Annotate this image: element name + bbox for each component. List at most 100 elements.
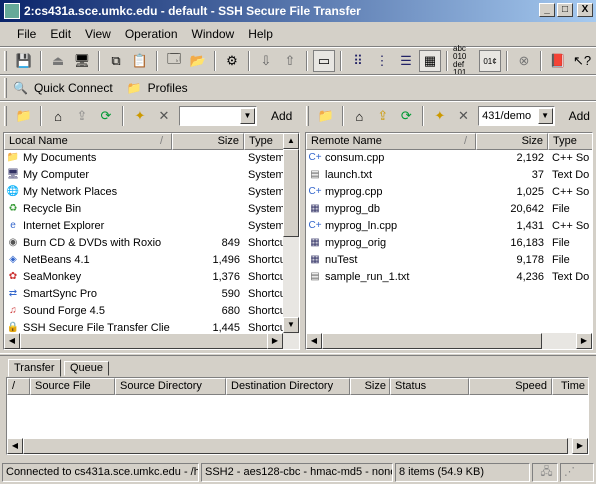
- upload-icon[interactable]: ⇧: [279, 50, 301, 72]
- remote-row[interactable]: C+ myprog.cpp 1,025 C++ So: [306, 184, 592, 201]
- local-row[interactable]: 🖥 My Computer System: [4, 167, 285, 184]
- disconnect-icon[interactable]: ⏏: [47, 50, 69, 72]
- menu-file[interactable]: File: [10, 27, 43, 41]
- maximize-button[interactable]: □: [557, 3, 573, 17]
- local-row[interactable]: ⇄ SmartSync Pro 590 Shortcu: [4, 286, 286, 303]
- local-home-icon[interactable]: ⌂: [47, 105, 69, 127]
- window-icon[interactable]: ▭: [313, 50, 335, 72]
- source-file-header[interactable]: Source File: [30, 378, 115, 395]
- download-icon[interactable]: ⇩: [255, 50, 277, 72]
- local-row[interactable]: ♻ Recycle Bin System: [4, 201, 285, 218]
- local-refresh-icon[interactable]: ⟳: [95, 105, 117, 127]
- time-header[interactable]: Time: [552, 378, 588, 395]
- remote-row[interactable]: ▦ myprog_db 20,642 File: [306, 201, 592, 218]
- close-button[interactable]: X: [577, 3, 593, 17]
- remote-path-combo[interactable]: 431/demo ▼: [478, 106, 555, 126]
- remote-up-folder-icon[interactable]: 📁: [315, 105, 337, 127]
- remote-row[interactable]: ▦ myprog_orig 16,183 File: [306, 235, 592, 252]
- size-grip-icon[interactable]: ⋰: [560, 463, 594, 482]
- local-row[interactable]: ♫ Sound Forge 4.5 680 Shortcu: [4, 303, 286, 320]
- list-view-icon[interactable]: ☰: [395, 50, 417, 72]
- quick-connect-button[interactable]: Quick Connect: [34, 81, 113, 95]
- splitter[interactable]: [0, 353, 596, 356]
- local-path-combo[interactable]: ▼: [179, 106, 257, 126]
- menu-operation[interactable]: Operation: [118, 27, 185, 41]
- remote-row[interactable]: ▤ sample_run_1.txt 4,236 Text Do: [306, 269, 592, 286]
- paste-icon[interactable]: 📋: [129, 50, 151, 72]
- remote-add-button[interactable]: Add: [563, 109, 596, 123]
- save-icon[interactable]: 💾: [13, 50, 35, 72]
- local-parent-icon[interactable]: ⇪: [71, 105, 93, 127]
- local-hscrollbar[interactable]: ◀ ▶: [4, 333, 299, 349]
- status-header[interactable]: Status: [390, 378, 469, 395]
- remote-delete-icon[interactable]: ✕: [453, 105, 475, 127]
- small-icons-icon[interactable]: ⋮: [371, 50, 393, 72]
- transfer-hscrollbar[interactable]: ◀ ▶: [7, 438, 588, 454]
- settings-icon[interactable]: ⚙: [221, 50, 243, 72]
- local-row[interactable]: ◈ NetBeans 4.1 1,496 Shortcu: [4, 252, 286, 269]
- chevron-down-icon[interactable]: ▼: [240, 108, 255, 124]
- tab-queue[interactable]: Queue: [64, 361, 110, 376]
- remote-row[interactable]: C+ consum.cpp 2,192 C++ So: [306, 150, 592, 167]
- local-row[interactable]: ✿ SeaMonkey 1,376 Shortcu: [4, 269, 286, 286]
- local-row[interactable]: 📁 My Documents System: [4, 150, 285, 167]
- quick-connect-icon[interactable]: 🔍: [13, 81, 28, 95]
- menu-edit[interactable]: Edit: [43, 27, 78, 41]
- destination-directory-header[interactable]: Destination Directory: [226, 378, 350, 395]
- scroll-down-icon[interactable]: ▼: [283, 317, 299, 333]
- remote-row[interactable]: ▦ nuTest 9,178 File: [306, 252, 592, 269]
- remote-type-header[interactable]: Type: [548, 133, 592, 150]
- local-add-button[interactable]: Add: [265, 109, 298, 123]
- remote-row[interactable]: C+ myprog_ln.cpp 1,431 C++ So: [306, 218, 592, 235]
- scroll-left-icon[interactable]: ◀: [7, 438, 23, 454]
- stop-icon[interactable]: ⊗: [513, 50, 535, 72]
- local-up-folder-icon[interactable]: 📁: [13, 105, 35, 127]
- local-row[interactable]: e Internet Explorer System: [4, 218, 284, 235]
- help-book-icon[interactable]: 📕: [547, 50, 569, 72]
- local-name-header[interactable]: Local Name /: [4, 133, 172, 150]
- menu-window[interactable]: Window: [185, 27, 242, 41]
- profiles-button[interactable]: Profiles: [148, 81, 188, 95]
- source-directory-header[interactable]: Source Directory: [115, 378, 226, 395]
- local-size-header[interactable]: Size: [172, 133, 244, 150]
- chevron-down-icon[interactable]: ▼: [537, 108, 553, 124]
- profiles-folder-icon[interactable]: 📁: [127, 81, 142, 95]
- copy-icon[interactable]: ⧉: [105, 50, 127, 72]
- remote-new-folder-icon[interactable]: ✦: [429, 105, 451, 127]
- remote-size-header[interactable]: Size: [476, 133, 548, 150]
- menu-view[interactable]: View: [78, 27, 118, 41]
- speed-header[interactable]: Speed: [469, 378, 552, 395]
- menu-help[interactable]: Help: [241, 27, 280, 41]
- remote-name-header[interactable]: Remote Name /: [306, 133, 476, 150]
- local-new-folder-icon[interactable]: ✦: [129, 105, 151, 127]
- scroll-right-icon[interactable]: ▶: [572, 438, 588, 454]
- minimize-button[interactable]: _: [539, 3, 555, 17]
- remote-home-icon[interactable]: ⌂: [349, 105, 371, 127]
- new-terminal-icon[interactable]: 🗔: [163, 50, 185, 72]
- remote-row[interactable]: ▤ launch.txt 37 Text Do: [306, 167, 592, 184]
- ascii-mode-icon[interactable]: abc 010 def 101: [453, 45, 477, 77]
- context-help-icon[interactable]: ↖?: [571, 50, 593, 72]
- auto-mode-icon[interactable]: 01¢: [479, 50, 501, 72]
- remote-parent-icon[interactable]: ⇪: [372, 105, 394, 127]
- scroll-right-icon[interactable]: ▶: [576, 333, 592, 349]
- remote-file-list[interactable]: Remote Name / Size Type C+ consum.cpp 2,192…: [305, 132, 593, 350]
- local-file-list[interactable]: Local Name / Size Type 📁 My Documents Syste…: [3, 132, 300, 350]
- scroll-left-icon[interactable]: ◀: [4, 333, 20, 349]
- size-header[interactable]: Size: [350, 378, 390, 395]
- transfer-sort-header[interactable]: /: [7, 378, 30, 395]
- remote-hscrollbar[interactable]: ◀ ▶: [306, 333, 592, 349]
- scroll-right-icon[interactable]: ▶: [267, 333, 283, 349]
- local-row[interactable]: 🌐 My Network Places System: [4, 184, 285, 201]
- local-delete-icon[interactable]: ✕: [153, 105, 175, 127]
- terminal-icon[interactable]: 🖥: [71, 50, 93, 72]
- transfer-list[interactable]: / Source File Source Directory Destinati…: [6, 377, 589, 455]
- scroll-left-icon[interactable]: ◀: [306, 333, 322, 349]
- local-vscrollbar[interactable]: ▲ ▼: [283, 133, 299, 333]
- details-view-icon[interactable]: ▦: [419, 50, 441, 72]
- local-row[interactable]: ◉ Burn CD & DVDs with Roxio 849 Shortcu: [4, 235, 286, 252]
- new-transfer-icon[interactable]: 📂: [187, 50, 209, 72]
- local-type-header[interactable]: Type: [244, 133, 284, 150]
- large-icons-icon[interactable]: ⠿: [347, 50, 369, 72]
- tab-transfer[interactable]: Transfer: [8, 359, 61, 377]
